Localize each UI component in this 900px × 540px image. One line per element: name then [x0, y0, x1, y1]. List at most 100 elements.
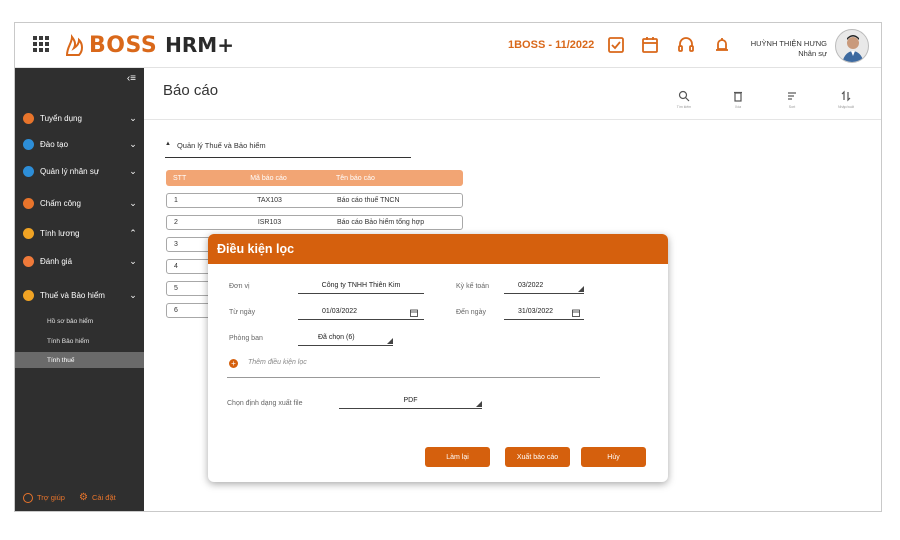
help-link[interactable]: Trợ giúp	[23, 492, 65, 503]
department-value: Đã chọn (6)	[318, 334, 355, 341]
avatar[interactable]	[835, 29, 869, 63]
period-selector[interactable]: 1BOSS - 11/2022	[508, 39, 594, 51]
sort-button[interactable]: Sort	[775, 90, 809, 109]
user-role: Nhân sự	[798, 49, 827, 58]
help-label: Trợ giúp	[37, 493, 65, 502]
cell-stt: 5	[174, 285, 178, 292]
cell-stt: 4	[174, 263, 178, 270]
import-export-icon	[841, 90, 851, 102]
headset-icon[interactable]	[676, 35, 696, 55]
calendar-icon[interactable]	[572, 309, 580, 317]
page-title: Báo cáo	[163, 82, 219, 99]
calendar-icon[interactable]	[640, 35, 660, 55]
chevron-down-icon: ⌄	[129, 289, 137, 300]
cell-stt: 6	[174, 307, 178, 314]
sidebar-item-evaluation[interactable]: Đánh giá ⌄	[15, 251, 144, 271]
chevron-down-icon: ⌄	[129, 255, 137, 266]
product-name: HRM+	[165, 33, 234, 57]
sort-icon	[788, 92, 796, 100]
sidebar-item-recruitment[interactable]: Tuyển dụng ⌄	[15, 108, 144, 128]
format-dropdown[interactable]: PDF	[339, 397, 482, 409]
sidebar: ‹≡ Tuyển dụng ⌄ Đào tạo ⌄ Quản lý nhân s…	[15, 68, 144, 511]
format-label: Chọn định dạng xuất file	[227, 400, 303, 407]
sidebar-item-training[interactable]: Đào tạo ⌄	[15, 134, 144, 154]
cell-stt: 2	[174, 219, 178, 226]
unit-field[interactable]: Công ty TNHH Thiên Kim	[298, 282, 424, 294]
search-label: Tìm kiếm	[676, 105, 692, 109]
sidebar-footer: Trợ giúp ⚙ Cài đặt	[23, 492, 116, 503]
sidebar-item-hr[interactable]: Quản lý nhân sự ⌄	[15, 161, 144, 181]
money-icon	[23, 227, 34, 239]
sidebar-item-label: Tính lương	[40, 228, 80, 238]
sidebar-item-label: Đào tạo	[40, 139, 69, 149]
sidebar-subitem-tax-calc[interactable]: Tính thuế	[15, 352, 144, 368]
cell-stt: 3	[174, 241, 178, 248]
dropdown-arrow-icon	[476, 401, 482, 407]
cell-name: Báo cáo Bảo hiểm tổng hợp	[337, 219, 425, 226]
table-row[interactable]: 2 ISR103 Báo cáo Bảo hiểm tổng hợp	[166, 215, 463, 230]
calendar-icon[interactable]	[410, 309, 418, 317]
training-icon	[23, 138, 34, 150]
settings-link[interactable]: ⚙ Cài đặt	[79, 492, 116, 503]
from-date-value: 01/03/2022	[322, 308, 358, 315]
department-dropdown[interactable]: Đã chọn (6)	[298, 334, 393, 346]
collapse-sidebar-icon[interactable]: ‹≡	[127, 73, 136, 84]
gear-icon: ⚙	[78, 492, 88, 503]
to-date-field[interactable]: 31/03/2022	[504, 308, 584, 320]
sidebar-item-payroll[interactable]: Tính lương ⌃	[15, 223, 144, 243]
top-bar: BOSS HRM+ 1BOSS - 11/2022 HUỲNH THIỆN HƯ…	[15, 23, 881, 68]
cell-name: Báo cáo thuế TNCN	[337, 197, 400, 204]
cancel-button[interactable]: Hủy	[581, 447, 646, 467]
boss-logo-icon	[65, 34, 83, 56]
to-date-value: 31/03/2022	[518, 308, 554, 315]
sort-label: Sort	[788, 105, 796, 109]
cell-stt: 1	[174, 197, 178, 204]
chevron-down-icon: ⌄	[129, 197, 137, 208]
reset-button[interactable]: Làm lại	[425, 447, 490, 467]
chevron-down-icon: ⌄	[129, 112, 137, 123]
chevron-down-icon: ⌄	[129, 138, 137, 149]
dropdown-arrow-icon	[387, 338, 393, 344]
department-label: Phòng ban	[229, 335, 263, 342]
chevron-down-icon: ⌄	[129, 165, 137, 176]
search-button[interactable]: Tìm kiếm	[667, 90, 701, 109]
logo[interactable]: BOSS HRM+	[63, 32, 234, 58]
trash-icon	[734, 91, 742, 102]
dialog-title: Điều kiện lọc	[208, 234, 668, 264]
bell-icon[interactable]	[712, 35, 732, 55]
collapse-triangle-icon: ▲	[165, 141, 171, 147]
export-report-button[interactable]: Xuất báo cáo	[505, 447, 570, 467]
from-date-field[interactable]: 01/03/2022	[298, 308, 424, 320]
table-row[interactable]: 1 TAX103 Báo cáo thuế TNCN	[166, 193, 463, 208]
section-header[interactable]: ▲ Quản lý Thuế và Bảo hiểm	[165, 141, 411, 158]
sidebar-subitem-insurance-calc[interactable]: Tính Bảo hiểm	[15, 333, 144, 349]
user-info[interactable]: HUỲNH THIỆN HƯNG Nhân sự	[747, 39, 827, 59]
app-grid-icon[interactable]	[33, 36, 49, 52]
search-icon	[678, 90, 690, 102]
import-export-button[interactable]: Nhập/xuất	[829, 90, 863, 109]
help-icon	[23, 492, 33, 503]
unit-label: Đơn vị	[229, 283, 250, 290]
sidebar-item-label: Tuyển dụng	[40, 113, 82, 123]
to-date-label: Đến ngày	[456, 309, 486, 316]
sidebar-item-tax-insurance[interactable]: Thuế và Bảo hiểm ⌄	[15, 285, 144, 305]
delete-button[interactable]: Xóa	[721, 90, 755, 109]
filter-dialog: Điều kiện lọc Đơn vị Công ty TNHH Thiên …	[208, 234, 668, 482]
tax-icon	[23, 289, 34, 301]
sidebar-item-label: Đánh giá	[40, 256, 73, 266]
section-title: Quản lý Thuế và Bảo hiểm	[176, 141, 266, 150]
period-dropdown[interactable]: 03/2022	[504, 282, 584, 294]
format-value: PDF	[403, 397, 418, 404]
sidebar-item-timekeeping[interactable]: Chấm công ⌄	[15, 193, 144, 213]
add-condition-icon[interactable]: +	[229, 359, 238, 368]
brand-name: BOSS	[89, 32, 158, 58]
people-icon	[23, 165, 34, 177]
divider	[144, 119, 881, 120]
checkbox-icon[interactable]	[606, 35, 626, 55]
cell-code: TAX103	[257, 197, 282, 204]
table-header: STT Mã báo cáo Tên báo cáo	[166, 170, 463, 186]
add-condition-link[interactable]: Thêm điều kiện lọc	[248, 359, 307, 366]
col-header-name: Tên báo cáo	[336, 174, 375, 182]
sidebar-subitem-insurance-records[interactable]: Hồ sơ bảo hiểm	[15, 313, 144, 329]
chevron-up-icon: ⌃	[129, 227, 137, 238]
